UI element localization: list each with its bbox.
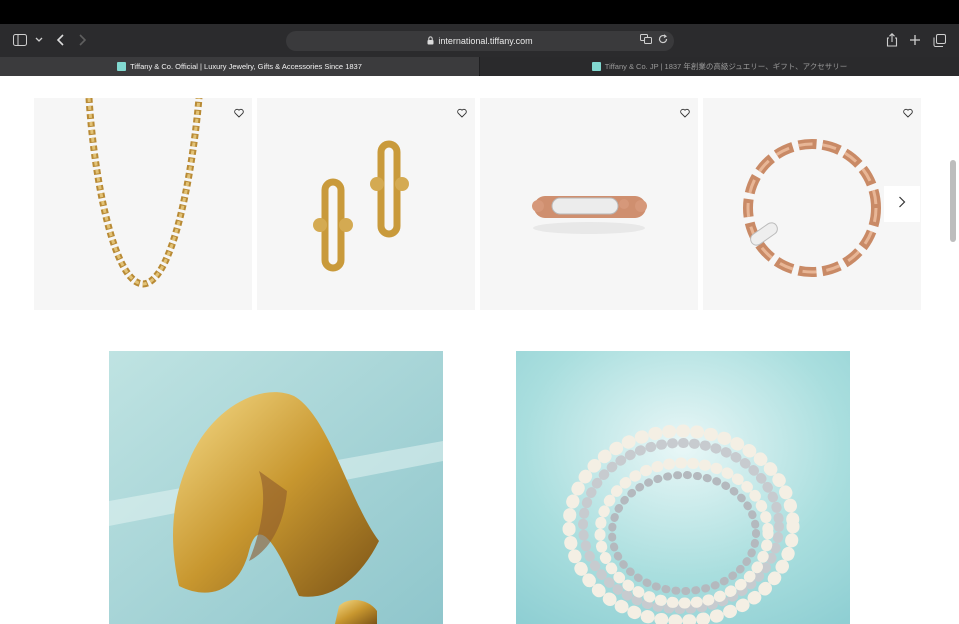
- share-icon[interactable]: [884, 32, 900, 48]
- page-scrollbar[interactable]: [950, 160, 956, 242]
- tiffany-favicon-icon: [117, 62, 127, 71]
- product-card-ring[interactable]: [480, 98, 698, 310]
- tab-overview-icon[interactable]: [931, 32, 947, 48]
- product-card-earrings[interactable]: [257, 98, 475, 310]
- forward-icon[interactable]: [74, 32, 90, 48]
- new-tab-icon[interactable]: [907, 32, 923, 48]
- product-card-necklace[interactable]: [34, 97, 252, 310]
- address-bar[interactable]: international.tiffany.com: [286, 31, 674, 51]
- gold-cuff-icon: [109, 351, 443, 624]
- sidebar-toggle-icon[interactable]: [12, 32, 28, 48]
- promo-image-gold-cuff[interactable]: [109, 351, 443, 624]
- back-icon[interactable]: [52, 32, 68, 48]
- diamond-ring-icon: [532, 196, 647, 234]
- tiffany-favicon-icon: [591, 62, 601, 71]
- translate-icon[interactable]: [640, 34, 652, 46]
- carousel-next-button[interactable]: [884, 186, 920, 222]
- tab-title: Tiffany & Co. Official | Luxury Jewelry,…: [130, 62, 362, 71]
- chain-necklace-icon: [85, 97, 203, 288]
- browser-toolbar: international.tiffany.com: [0, 24, 959, 57]
- wishlist-heart-icon[interactable]: [903, 105, 913, 118]
- pearl-bracelet-icon: [516, 351, 850, 624]
- lock-icon: [427, 35, 434, 47]
- wishlist-heart-icon[interactable]: [457, 105, 467, 118]
- chevron-right-icon: [898, 195, 906, 213]
- tab-tiffany-international[interactable]: Tiffany & Co. Official | Luxury Jewelry,…: [0, 57, 479, 76]
- wishlist-heart-icon[interactable]: [680, 105, 690, 118]
- tab-title: Tiffany & Co. JP | 1837 年創業の高級ジュエリー、ギフト、…: [604, 62, 848, 71]
- wishlist-heart-icon[interactable]: [234, 105, 244, 118]
- chevron-down-icon[interactable]: [31, 32, 47, 48]
- link-earrings-icon: [313, 140, 409, 272]
- tab-bar: Tiffany & Co. Official | Luxury Jewelry,…: [0, 57, 959, 76]
- url-text: international.tiffany.com: [438, 36, 533, 46]
- system-menu-bar: [0, 0, 959, 24]
- page-content: [0, 76, 959, 624]
- reload-icon[interactable]: [658, 34, 668, 46]
- tab-tiffany-jp[interactable]: Tiffany & Co. JP | 1837 年創業の高級ジュエリー、ギフト、…: [480, 57, 959, 76]
- promo-image-pearl-bracelet[interactable]: [516, 351, 850, 624]
